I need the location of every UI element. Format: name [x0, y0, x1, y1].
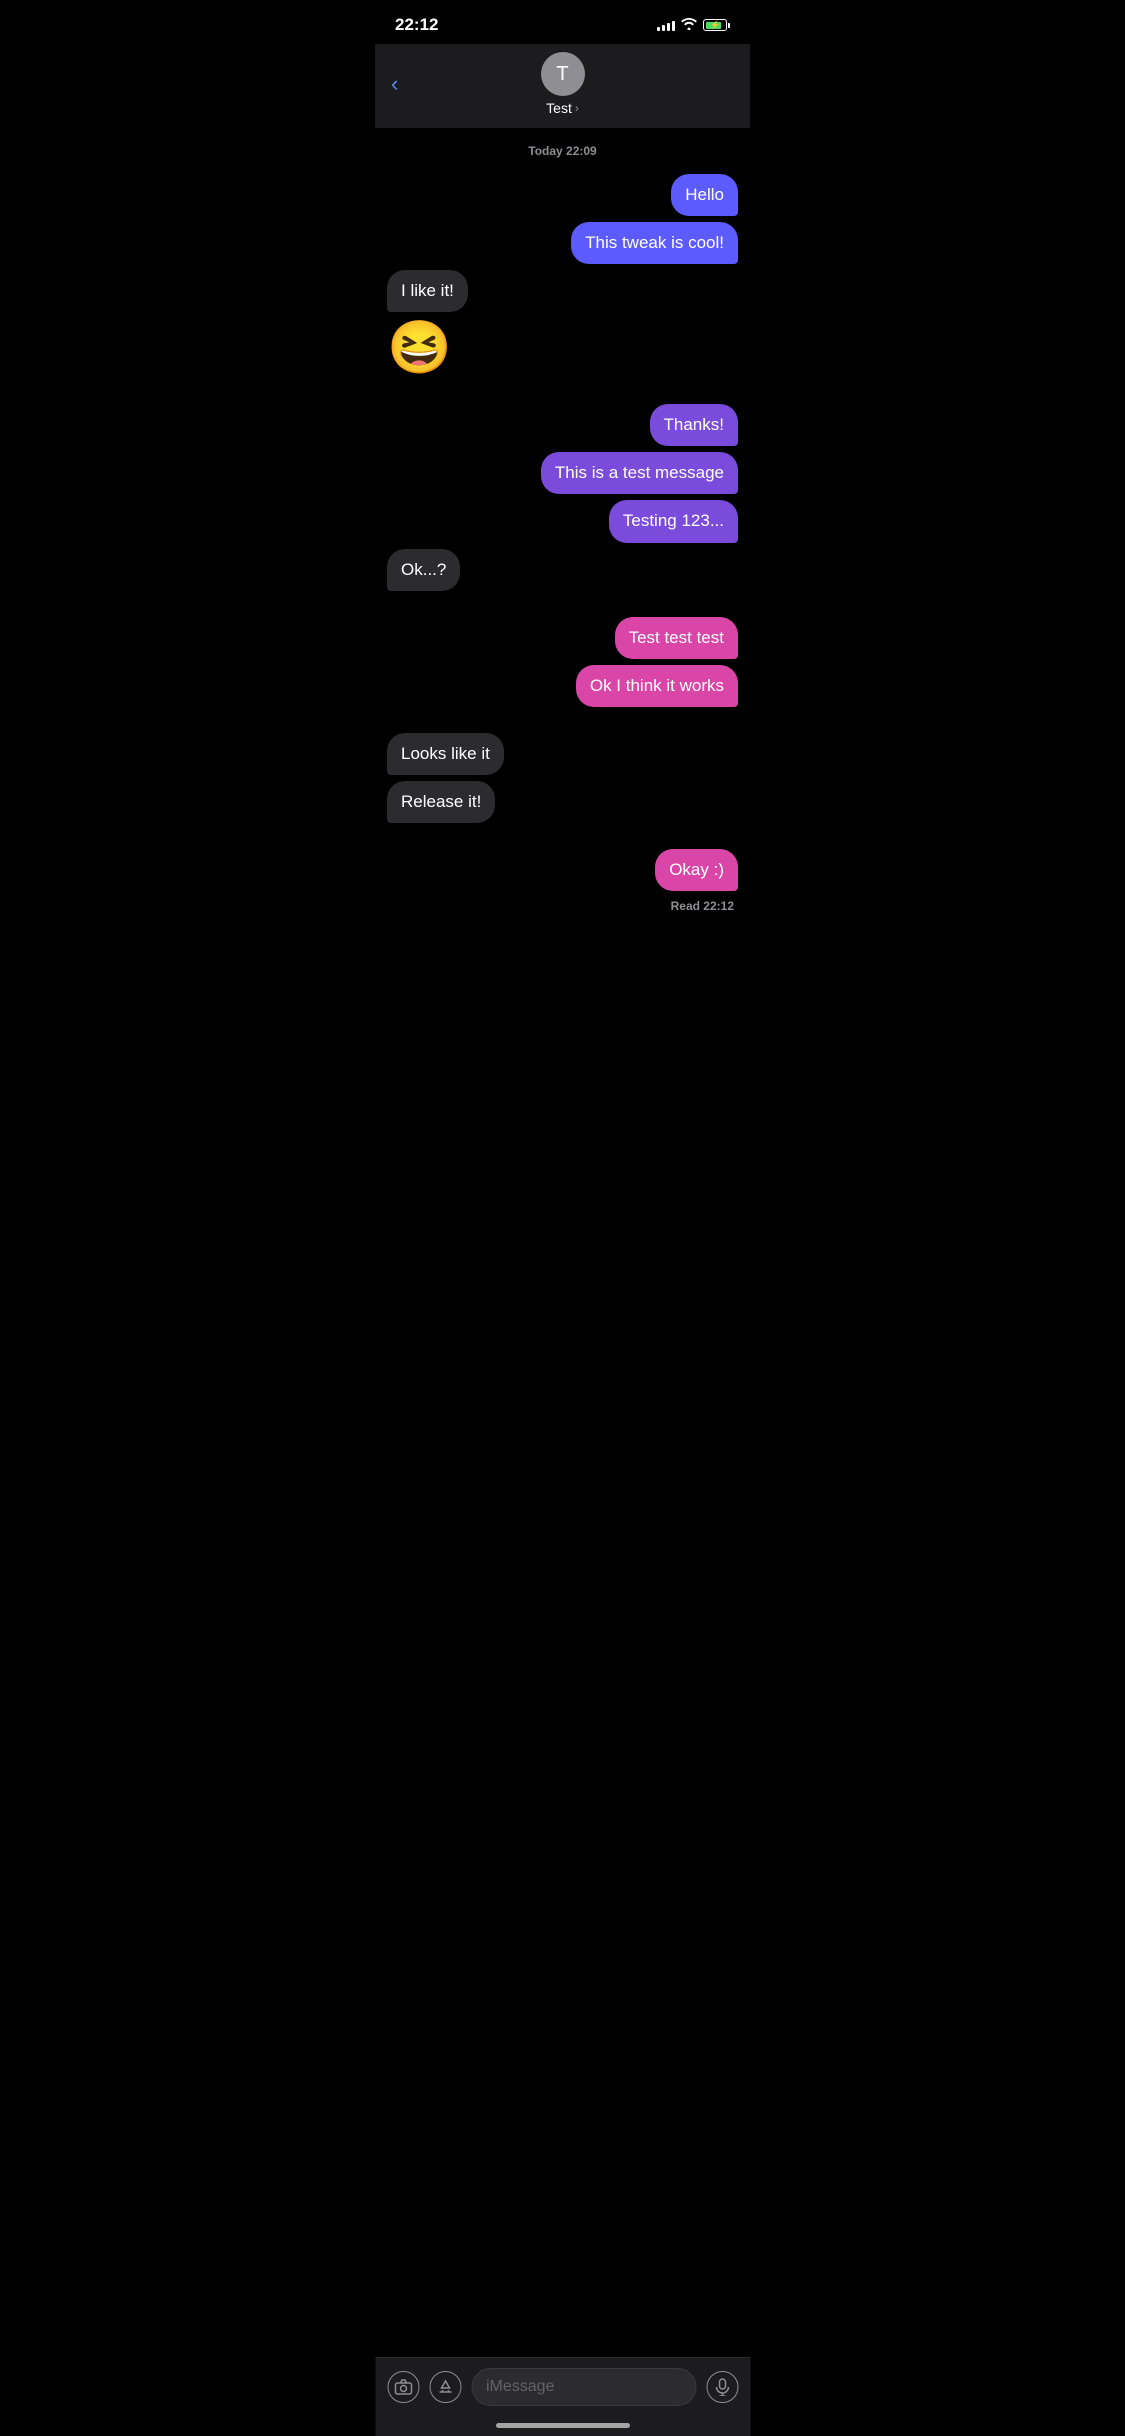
message-bubble[interactable]: Test test test	[615, 617, 738, 659]
app-store-button[interactable]	[429, 2371, 461, 2403]
message-row: Test test test	[387, 617, 738, 659]
message-row: 😆	[387, 318, 738, 378]
avatar: T	[541, 52, 585, 96]
message-row: Okay :)	[387, 849, 738, 891]
message-row: Hello	[387, 174, 738, 216]
timestamp: Today 22:09	[387, 144, 738, 158]
message-bubble[interactable]: I like it!	[387, 270, 468, 312]
message-row: I like it!	[387, 270, 738, 312]
message-bubble[interactable]: Okay :)	[655, 849, 738, 891]
message-bubble[interactable]: Hello	[671, 174, 738, 216]
wifi-icon	[681, 17, 697, 33]
message-bubble[interactable]: This tweak is cool!	[571, 222, 738, 264]
back-button[interactable]: ‹	[391, 71, 398, 97]
message-row: This tweak is cool!	[387, 222, 738, 264]
microphone-button[interactable]	[706, 2371, 738, 2403]
message-bubble[interactable]: Looks like it	[387, 733, 504, 775]
message-row: Looks like it	[387, 733, 738, 775]
messages-scroll: Today 22:09 Hello This tweak is cool! I …	[375, 128, 750, 1029]
message-bubble[interactable]: This is a test message	[541, 452, 738, 494]
status-icons: ⚡	[657, 17, 730, 33]
emoji-message[interactable]: 😆	[387, 318, 452, 378]
message-bubble[interactable]: Thanks!	[650, 404, 738, 446]
message-row: Testing 123...	[387, 500, 738, 542]
message-bubble[interactable]: Release it!	[387, 781, 495, 823]
chevron-right-icon: ›	[575, 101, 579, 115]
message-row: Release it!	[387, 781, 738, 823]
read-receipt: Read 22:12	[387, 899, 738, 913]
contact-name: Test ›	[546, 100, 579, 116]
messages-area: Today 22:09 Hello This tweak is cool! I …	[375, 128, 750, 929]
message-row: Ok I think it works	[387, 665, 738, 707]
message-bubble[interactable]: Ok...?	[387, 549, 460, 591]
message-row: This is a test message	[387, 452, 738, 494]
status-time: 22:12	[395, 15, 438, 35]
message-bubble[interactable]: Ok I think it works	[576, 665, 738, 707]
header: ‹ T Test ›	[375, 44, 750, 128]
message-input[interactable]: iMessage	[471, 2368, 696, 2406]
message-row: Ok...?	[387, 549, 738, 591]
signal-icon	[657, 19, 675, 31]
contact-info[interactable]: T Test ›	[541, 52, 585, 116]
status-bar: 22:12 ⚡	[375, 0, 750, 44]
home-indicator	[496, 2423, 630, 2428]
message-row: Thanks!	[387, 404, 738, 446]
message-bubble[interactable]: Testing 123...	[609, 500, 738, 542]
battery-icon: ⚡	[703, 19, 730, 31]
camera-button[interactable]	[387, 2371, 419, 2403]
